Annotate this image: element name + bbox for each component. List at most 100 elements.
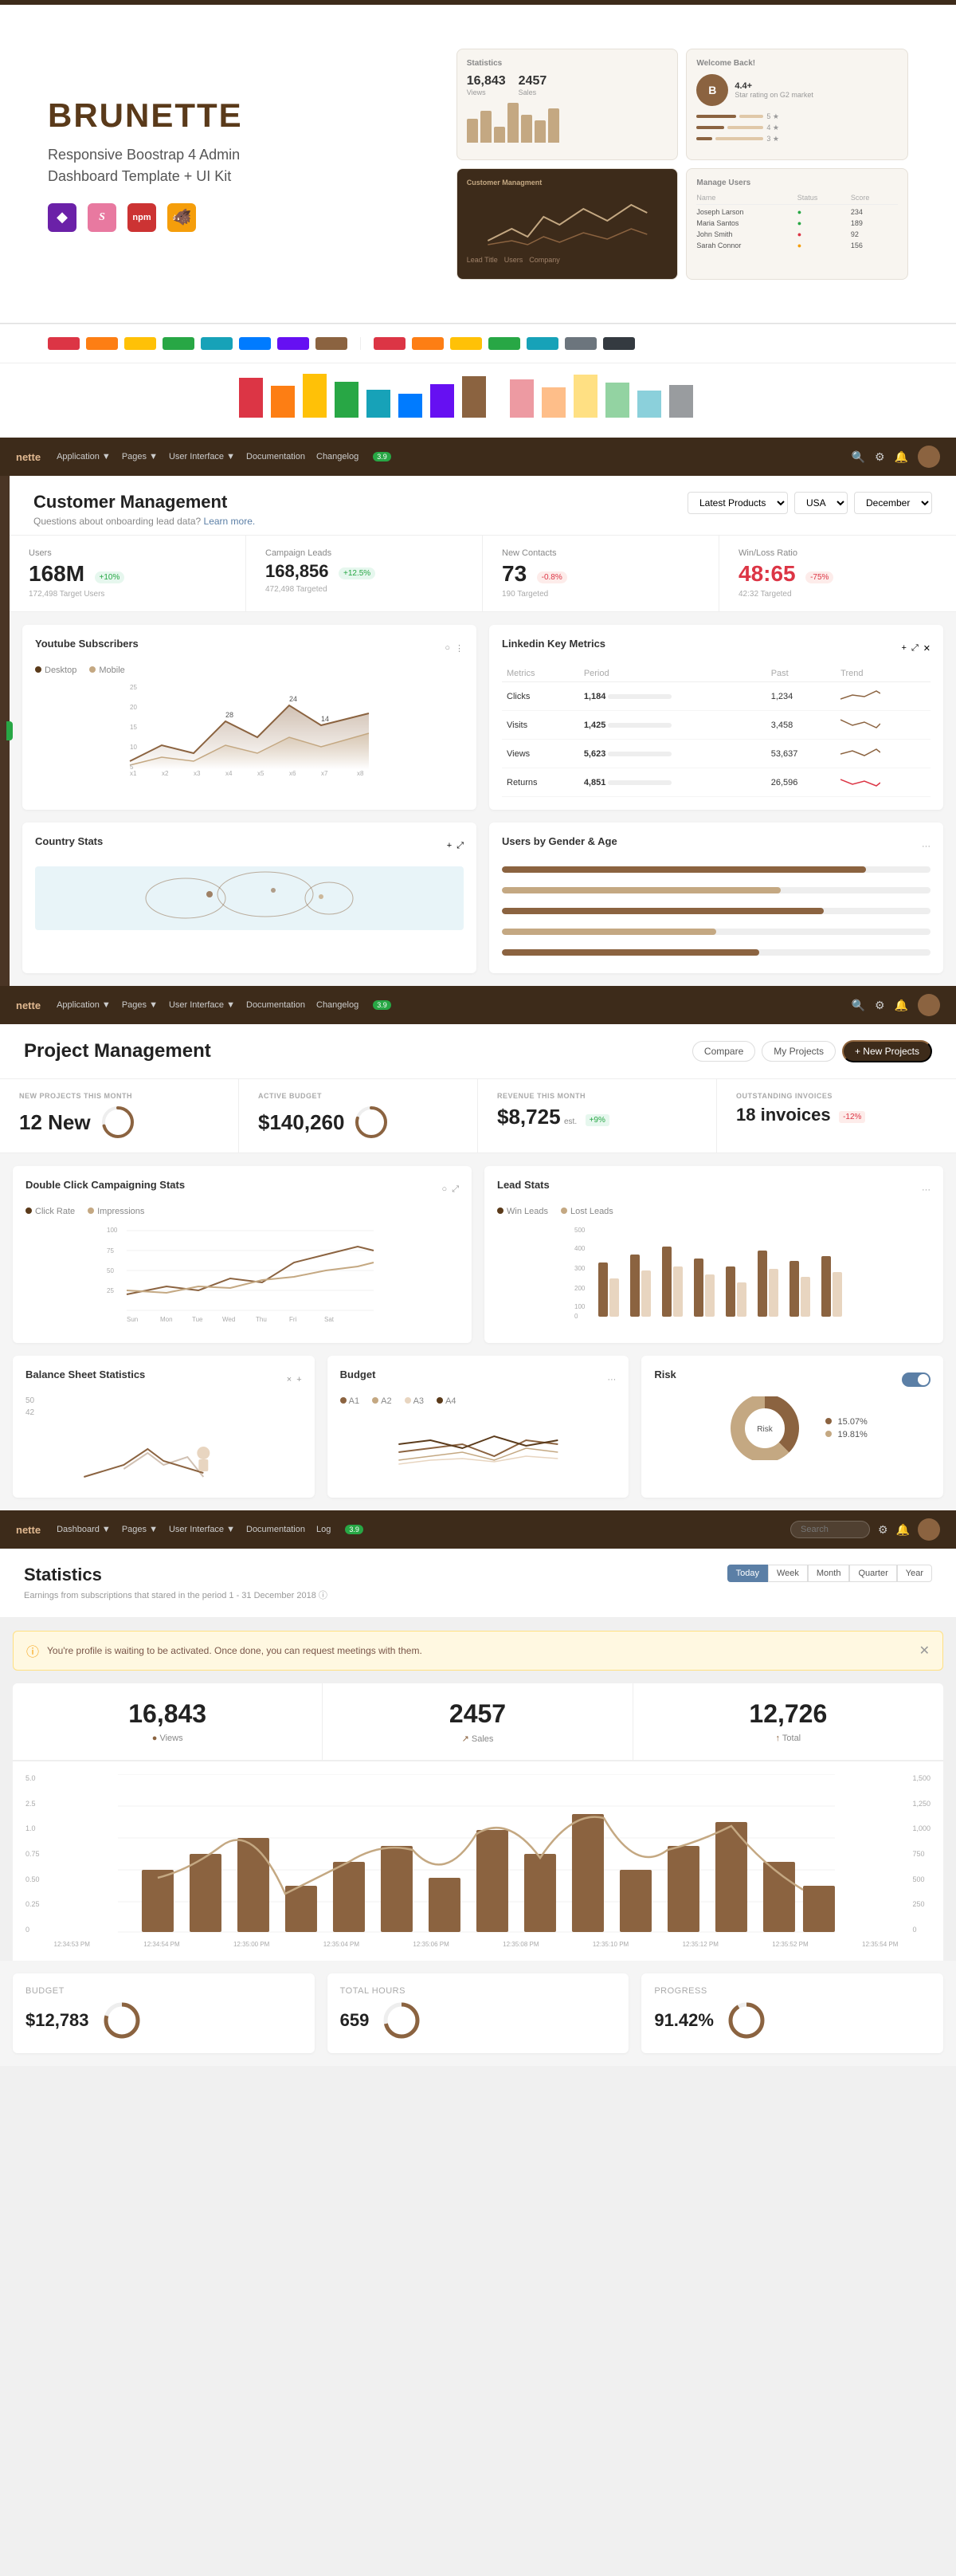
pm-nav-ui[interactable]: User Interface ▼ xyxy=(169,1000,235,1010)
cm-stat-ratio: Win/Loss Ratio 48:65 -75% 42:32 Targeted xyxy=(719,536,956,611)
pm-nav-docs[interactable]: Documentation xyxy=(246,1000,305,1010)
lead-stats-more[interactable]: ··· xyxy=(922,1185,931,1195)
impressions-dot xyxy=(88,1208,94,1214)
pm-settings-icon[interactable]: ⚙ xyxy=(875,999,885,1012)
stats-nav-pages[interactable]: Pages ▼ xyxy=(122,1525,158,1534)
period-quarter-btn[interactable]: Quarter xyxy=(849,1565,896,1582)
cm-settings-icon[interactable]: ⚙ xyxy=(875,450,885,464)
products-filter[interactable]: Latest Products xyxy=(688,492,788,514)
svg-text:x1: x1 xyxy=(130,770,137,777)
linkedin-actions: + ⤢ ✕ xyxy=(902,643,931,654)
preview-card-table: Manage Users NameStatusScore Joseph Lars… xyxy=(686,168,908,280)
stats-settings-icon[interactable]: ⚙ xyxy=(878,1523,888,1537)
cm-nav-docs[interactable]: Documentation xyxy=(246,452,305,461)
cm-nav-application[interactable]: Application ▼ xyxy=(57,452,111,461)
region-filter[interactable]: USA xyxy=(794,492,848,514)
period-week-btn[interactable]: Week xyxy=(768,1565,808,1582)
cm-nav-changelog[interactable]: Changelog xyxy=(316,452,358,461)
pm-nav-application[interactable]: Application ▼ xyxy=(57,1000,111,1010)
hero-preview-grid: Statistics 16,843 Views 2457 Sales xyxy=(456,49,908,280)
stats-bell-icon[interactable]: 🔔 xyxy=(896,1523,910,1537)
linkedin-chart-card: Linkedin Key Metrics + ⤢ ✕ Metrics Perio… xyxy=(489,625,943,810)
cm-search-icon[interactable]: 🔍 xyxy=(852,450,865,464)
alert-close-button[interactable]: ✕ xyxy=(919,1643,930,1659)
pm-lead-stats-card: Lead Stats ··· Win Leads Lost Leads 500 … xyxy=(484,1166,943,1343)
cm-nav-icons: 🔍 ⚙ 🔔 xyxy=(852,446,940,468)
cm-nav-brand: nette xyxy=(16,451,41,463)
stats-kpi-total: 12,726 ↑ Total xyxy=(633,1683,943,1760)
stats-nav-ui[interactable]: User Interface ▼ xyxy=(169,1525,235,1534)
pm-kpi-new-projects: NEW PROJECTS THIS MONTH 12 New xyxy=(0,1079,239,1153)
hours-donut-chart xyxy=(382,2001,421,2040)
budget-more[interactable]: ··· xyxy=(607,1375,616,1384)
new-project-button[interactable]: + New Projects xyxy=(842,1040,932,1062)
period-year-btn[interactable]: Year xyxy=(897,1565,932,1582)
preview-card-stats: Statistics 16,843 Views 2457 Sales xyxy=(456,49,679,160)
stats-page-title: Statistics xyxy=(24,1565,327,1585)
pm-bell-icon[interactable]: 🔔 xyxy=(895,999,908,1012)
customer-management-section: nette Application ▼ Pages ▼ User Interfa… xyxy=(0,438,956,986)
preview-card-welcome: Welcome Back! B 4.4+ Star rating on G2 m… xyxy=(686,49,908,160)
period-filter[interactable]: December xyxy=(854,492,932,514)
stats-avatar[interactable] xyxy=(918,1518,940,1541)
users-badge: +10% xyxy=(95,571,125,583)
cm-learn-more-link[interactable]: Learn more. xyxy=(204,516,256,527)
double-click-chart-svg: 100 75 50 25 Sun Mon Tue Wed Thu xyxy=(25,1223,459,1326)
cm-avatar[interactable] xyxy=(918,446,940,468)
svg-text:Sat: Sat xyxy=(324,1316,335,1323)
pm-budget-title: Budget xyxy=(340,1368,376,1380)
stats-nav-log[interactable]: Log xyxy=(316,1525,331,1534)
gender-age-title: Users by Gender & Age xyxy=(502,835,617,847)
cm-nav-items: Application ▼ Pages ▼ User Interface ▼ D… xyxy=(57,452,836,461)
linkedin-table: Metrics Period Past Trend Clicks 1,184 xyxy=(502,666,931,797)
webpack-icon: ◆ xyxy=(48,203,76,232)
stats-nav-docs[interactable]: Documentation xyxy=(246,1525,305,1534)
pm-charts-row: Double Click Campaigning Stats ○ ⤢ Click… xyxy=(0,1153,956,1356)
period-today-btn[interactable]: Today xyxy=(727,1565,768,1582)
compare-button[interactable]: Compare xyxy=(692,1041,755,1062)
risk-toggle[interactable] xyxy=(902,1372,931,1387)
pm-balance-title: Balance Sheet Statistics xyxy=(25,1368,145,1380)
svg-text:Tue: Tue xyxy=(192,1316,203,1323)
cm-nav-ui[interactable]: User Interface ▼ xyxy=(169,452,235,461)
pm-avatar[interactable] xyxy=(918,994,940,1016)
pm-nav-items: Application ▼ Pages ▼ User Interface ▼ D… xyxy=(57,1000,836,1010)
svg-text:Wed: Wed xyxy=(222,1316,235,1323)
gender-age-more[interactable]: ··· xyxy=(922,842,931,851)
leads-badge: +12.5% xyxy=(339,567,375,579)
budget-chart-svg xyxy=(340,1412,617,1468)
invoices-badge: -12% xyxy=(839,1111,865,1123)
hero-content: BRUNETTE Responsive Boostrap 4 Admin Das… xyxy=(0,5,956,324)
cm-page-header: Customer Management Questions about onbo… xyxy=(10,476,956,536)
revenue-badge: +9% xyxy=(586,1114,609,1126)
progress-donut-chart xyxy=(727,2001,766,2040)
balance-close[interactable]: + xyxy=(296,1375,301,1384)
balance-expand[interactable]: × xyxy=(287,1375,292,1384)
stats-hours-card: TOTAL HOURS 659 xyxy=(327,1973,629,2053)
new-projects-donut xyxy=(100,1105,135,1140)
budget-legend: A1 A2 A3 A4 xyxy=(340,1396,617,1406)
cm-nav-pages[interactable]: Pages ▼ xyxy=(122,452,158,461)
cm-stat-contacts: New Contacts 73 -0.8% 190 Targeted xyxy=(483,536,719,611)
pm-nav-pages[interactable]: Pages ▼ xyxy=(122,1000,158,1010)
stats-nav-dashboard[interactable]: Dashboard ▼ xyxy=(57,1525,111,1534)
my-projects-button[interactable]: My Projects xyxy=(762,1041,836,1062)
svg-text:x4: x4 xyxy=(225,770,233,777)
stats-search-input[interactable] xyxy=(790,1521,870,1538)
youtube-chart-card: Youtube Subscribers ○ ⋮ Desktop Mobile xyxy=(22,625,476,810)
pm-nav-icons: 🔍 ⚙ 🔔 xyxy=(852,994,940,1016)
svg-text:200: 200 xyxy=(574,1285,586,1292)
hero-title: BRUNETTE xyxy=(48,96,425,135)
svg-text:25: 25 xyxy=(130,684,137,691)
hero-section: BRUNETTE Responsive Boostrap 4 Admin Das… xyxy=(0,0,956,438)
cm-bell-icon[interactable]: 🔔 xyxy=(895,450,908,464)
period-month-btn[interactable]: Month xyxy=(808,1565,850,1582)
pm-header-actions: Compare My Projects + New Projects xyxy=(692,1040,932,1062)
youtube-chart-svg: 28 24 14 x1 x2 x3 x4 x5 x6 x7 x8 25 xyxy=(35,681,464,777)
pm-balance-card: Balance Sheet Statistics × + 50 42 xyxy=(13,1356,315,1498)
pm-search-icon[interactable]: 🔍 xyxy=(852,999,865,1012)
svg-text:Sun: Sun xyxy=(127,1316,138,1323)
svg-text:x8: x8 xyxy=(357,770,364,777)
pm-nav-changelog[interactable]: Changelog xyxy=(316,1000,358,1010)
svg-text:300: 300 xyxy=(574,1265,586,1272)
